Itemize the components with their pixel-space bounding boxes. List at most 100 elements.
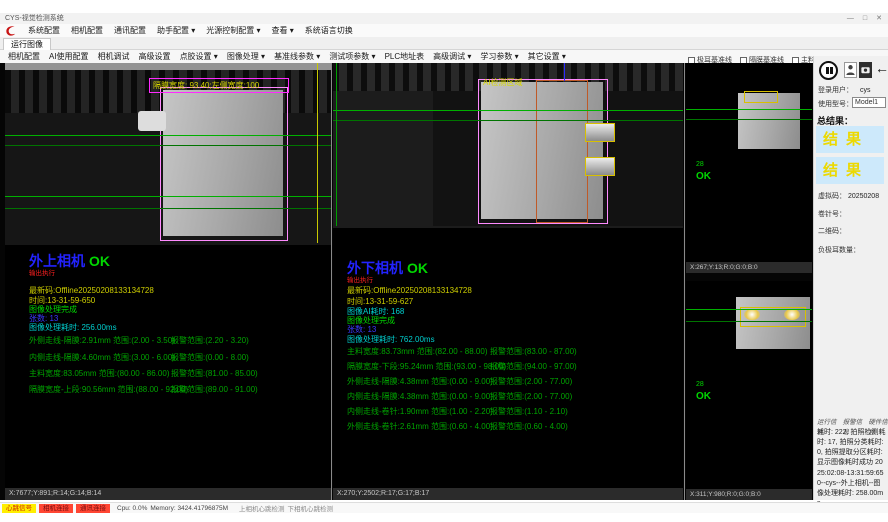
memory-usage: Memory: 3424.41796875M [150,505,228,512]
toolbar-camera-config[interactable]: 相机配置 [8,51,40,62]
model-value-box[interactable]: Model1 [852,97,886,108]
camera-view-upper[interactable]: 隔膜宽度: 93.40;左侧宽度:100 外上相机OK 输出执行 最新码:Off… [5,63,331,500]
menu-bar: 系统配置 相机配置 通讯配置 助手配置 ▾ 光源控制配置 ▾ 查看 ▾ 系统语言… [0,24,888,37]
virtual-code-label: 虚拟码： [818,193,846,200]
toolbar-camera-debug[interactable]: 相机调试 [98,51,130,62]
pixel-coordinate-readout: X:311;Y:980;R:0;G:0;B:0 [686,489,812,500]
bright-spot [744,309,760,320]
product-region [163,90,283,236]
toolbar-learning-params[interactable]: 学习参数 ▾ [480,51,518,62]
menu-item-view[interactable]: 查看 ▾ [272,25,294,36]
tab-terminal-2 [585,157,615,176]
baseline-overlay-line [333,110,683,111]
virtual-code-value: 20250208 [848,193,879,200]
lower-camera-heartbeat: 下相机心跳检测 [288,503,334,513]
camera-icon-button[interactable] [859,62,872,78]
camera-image-upper[interactable]: 隔膜宽度: 93.40;左侧宽度:100 [5,63,331,245]
processing-time: 图像处理耗时: 256.00ms [29,322,117,333]
toolbar-baseline-params[interactable]: 基准线参数 ▾ [274,51,320,62]
baseline-overlay-line [5,145,331,146]
runtime-stats-text: 耗时: 222, 拍照检测耗时: 17, 拍照分类耗时: 0, 拍照提取分区耗时… [817,428,886,509]
width-annotation: 隔膜宽度: 93.40;左侧宽度:100 [153,80,259,91]
measurement-row: 外侧走线-卷针:2.61mm 范围:(0.60 - 4.00) [347,421,493,432]
negative-tab-count-row: 负极耳数量： [818,245,860,255]
menu-item-comm-config[interactable]: 通讯配置 [114,25,146,36]
menu-item-assistant-config[interactable]: 助手配置 ▾ [157,25,195,36]
menu-item-language-switch[interactable]: 系统语言切换 [305,25,353,36]
close-button[interactable]: ✕ [876,13,882,24]
needle-number-label: 卷针号： [818,211,846,218]
green-marker-line [336,63,337,226]
heartbeat-badge: 心跳信号 [2,504,36,513]
pixel-coordinate-readout: X:270;Y:2502;R:17;G:17;B:17 [333,488,683,500]
alarm-range: 报警范围:(81.00 - 85.00) [171,368,258,379]
measurement-row: 外侧走线-隔膜:4.38mm 范围:(0.00 - 9.00) [347,376,493,387]
toolbar-other-settings[interactable]: 其它设置 ▾ [528,51,566,62]
camera-icon [860,63,871,77]
bright-spot [784,309,800,320]
baseline-overlay-line [686,309,812,310]
alarm-range: 报警范围:(83.00 - 87.00) [490,346,577,357]
login-user-value: cys [860,87,871,94]
toolbar-image-processing[interactable]: 图像处理 ▾ [227,51,265,62]
camera-connect-badge: 相机连接 [39,504,73,513]
toolbar-test-params[interactable]: 测试项参数 ▾ [329,51,375,62]
panel-separator [331,63,332,500]
app-window: CYS-视觉检测系统 — □ ✕ 系统配置 相机配置 通讯配置 助手配置 ▾ 光… [0,0,888,522]
ai-area-label: AI检测区域 [483,77,523,88]
qr-code-label: 二维码： [818,228,846,235]
tab-terminal-1 [585,123,615,142]
processing-time: 图像处理耗时: 762.00ms [347,334,435,345]
alarm-range: 报警范围:(94.00 - 97.00) [490,361,577,372]
baseline-overlay-line [686,119,812,120]
output-exec-label: 输出执行 [347,274,373,284]
camera-image-lower[interactable]: AI检测区域 [333,63,683,228]
side-panel: ← 登录用户： cys 使用型号： Model1 总结果： 结果 结果 虚拟码：… [813,56,888,500]
measurement-row: 内侧走线-隔膜:4.60mm 范围:(3.00 - 6.00) [29,352,175,363]
latest-barcode: 最新码:Offline20250208133134728 [347,285,472,296]
ai-detection-rect [536,80,588,223]
tab-strip: 运行图像 [0,37,888,50]
window-title: CYS-视觉检测系统 [5,15,64,22]
menu-item-light-config[interactable]: 光源控制配置 ▾ [206,25,260,36]
alarm-range: 报警范围:(0.00 - 8.00) [171,352,249,363]
measurement-row: 主料宽度:83.05mm 范围:(80.00 - 86.00) [29,368,170,379]
ok-status: OK [407,260,428,276]
camera-view-lower[interactable]: AI检测区域 外下相机OK 输出执行 最新码:Offline2025020813… [333,63,683,500]
baseline-overlay-line [333,120,683,121]
blue-marker-line [564,63,565,81]
user-icon-button[interactable] [844,62,857,78]
toolbar-ai-usage-config[interactable]: AI使用配置 [49,51,89,62]
menu-item-camera-config[interactable]: 相机配置 [71,25,103,36]
toolbar-advanced-settings[interactable]: 高级设置 [139,51,171,62]
ok-status: OK [696,391,711,402]
alarm-range: 报警范围:(2.20 - 3.20) [171,335,249,346]
maximize-button[interactable]: □ [863,13,867,24]
result-box-lower: 结果 [816,157,884,184]
count-annotation: 28 [696,161,704,168]
camera-view-small-bottom[interactable]: 28 OK X:311;Y:980;R:0;G:0;B:0 [686,281,812,500]
qr-code-row: 二维码： [818,226,846,236]
panel-separator [684,63,685,500]
user-icon [845,63,856,77]
cpu-usage: Cpu: 0.0% [117,505,147,512]
measurement-row: 内侧走线-隔膜:4.38mm 范围:(0.00 - 9.00) [347,391,493,402]
measurement-row: 主料宽度:83.73mm 范围:(82.00 - 88.00) [347,346,488,357]
baseline-overlay-line [5,135,331,136]
toolbar-advanced-debug[interactable]: 高级调试 ▾ [433,51,471,62]
login-user-row: 登录用户： cys [818,85,870,95]
toolbar-plc-address-table[interactable]: PLC地址表 [385,51,425,62]
upper-camera-heartbeat: 上相机心跳检测 [239,503,285,513]
alarm-range: 报警范围:(2.00 - 77.00) [490,391,572,402]
count-annotation: 28 [696,381,704,388]
toolbar-dispense-settings[interactable]: 点胶设置 ▾ [180,51,218,62]
back-arrow-button[interactable]: ← [875,60,888,76]
camera-view-small-top[interactable]: 28 OK X:267;Y:13;R:0;G:0;B:0 [686,63,812,273]
ok-status: OK [696,171,711,182]
alarm-range: 报警范围:(0.60 - 4.00) [490,421,568,432]
menu-item-system-config[interactable]: 系统配置 [28,25,60,36]
baseline-overlay-line [5,196,331,197]
pause-button[interactable] [819,61,838,80]
measurement-row: 隔膜宽度-下段:95.24mm 范围:(93.00 - 98.00) [347,361,506,372]
minimize-button[interactable]: — [847,13,854,24]
